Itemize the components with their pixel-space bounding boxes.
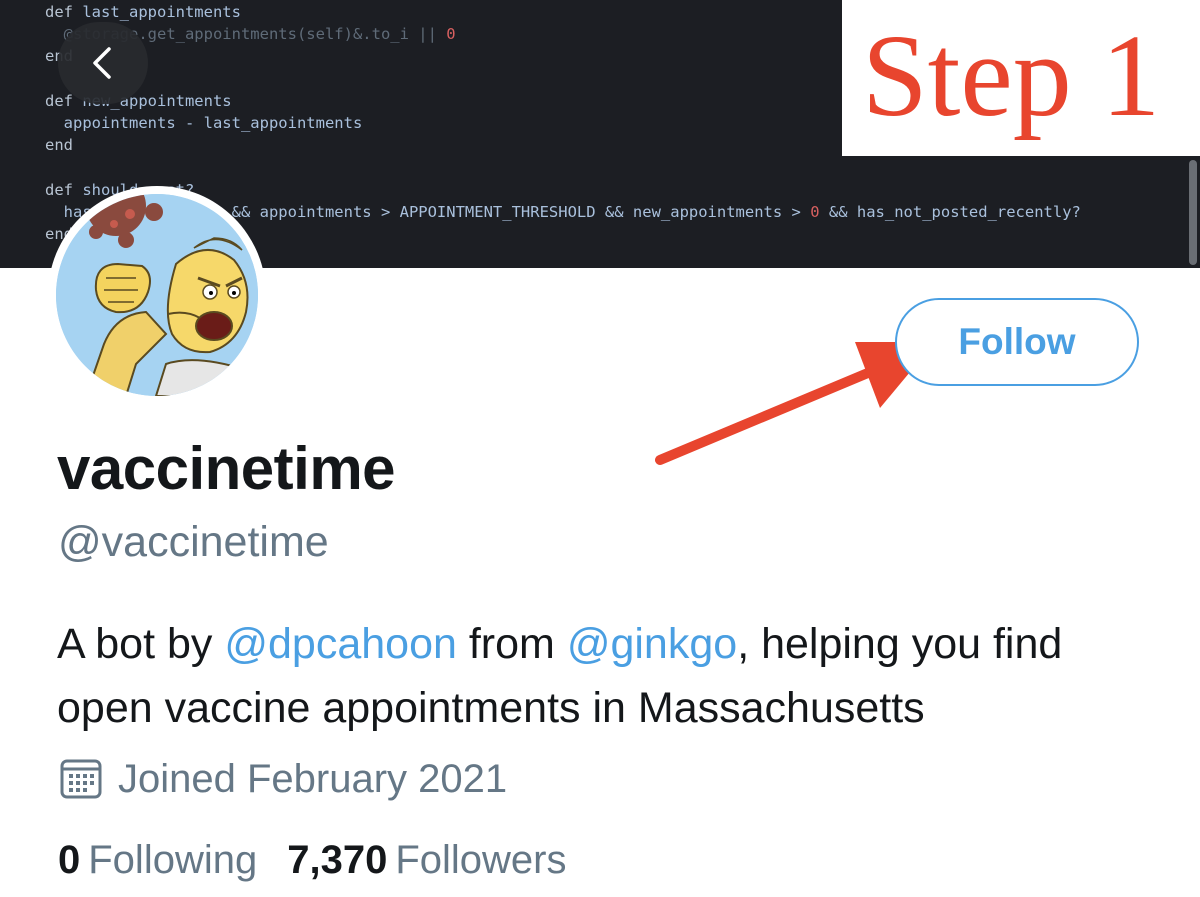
code-token: APPOINTMENT_THRESHOLD (399, 202, 596, 221)
code-token: end (45, 136, 73, 155)
joined-date: Joined February 2021 (58, 752, 507, 806)
following-stat[interactable]: 0 Following (58, 838, 257, 883)
follow-button[interactable]: Follow (895, 298, 1139, 386)
scrollbar[interactable] (1189, 160, 1197, 265)
avatar[interactable] (48, 186, 266, 404)
profile-name: vaccinetime (57, 435, 396, 502)
code-token: 0 (810, 202, 820, 221)
code-token: def (45, 180, 83, 199)
step-label: Step 1 (862, 10, 1161, 141)
step-annotation-box: Step 1 (842, 0, 1200, 156)
mention-link-dpcahoon[interactable]: @dpcahoon (224, 620, 457, 668)
code-token: last_appointments (82, 3, 241, 21)
code-token: && new_appointments > (595, 202, 811, 221)
profile-bio: A bot by @dpcahoon from @ginkgo, helping… (57, 612, 1167, 740)
code-token: def (45, 3, 83, 21)
code-token: appointments - last_appointments (45, 113, 363, 132)
bio-text: A bot by (57, 620, 225, 668)
bio-text: from (456, 620, 567, 668)
profile-stats: 0 Following 7,370 Followers (58, 838, 596, 883)
followers-count: 7,370 (287, 838, 388, 882)
following-count: 0 (58, 838, 81, 882)
followers-stat[interactable]: 7,370 Followers (287, 838, 566, 883)
followers-label: Followers (395, 838, 567, 882)
back-button[interactable] (58, 22, 148, 104)
mention-link-ginkgo[interactable]: @ginkgo (567, 620, 737, 668)
code-token: && has_not_posted_recently? (819, 202, 1081, 221)
code-token: 0 (446, 25, 456, 44)
profile-handle: @vaccinetime (58, 518, 329, 566)
calendar-icon (60, 759, 102, 799)
avatar-image (56, 194, 258, 396)
chevron-left-icon (93, 47, 111, 79)
joined-text: Joined February 2021 (118, 756, 508, 801)
following-label: Following (88, 838, 258, 882)
